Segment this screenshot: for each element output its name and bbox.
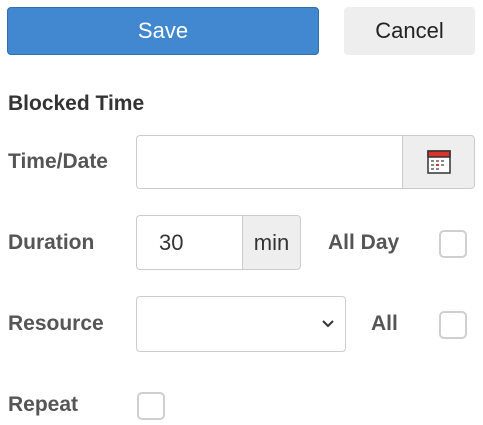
calendar-icon — [426, 150, 451, 174]
save-button[interactable]: Save — [7, 7, 319, 55]
all-day-label: All Day — [328, 231, 400, 254]
calendar-button[interactable] — [402, 135, 475, 189]
repeat-label: Repeat — [8, 393, 79, 416]
repeat-checkbox[interactable] — [137, 392, 165, 420]
section-title: Blocked Time — [8, 92, 145, 115]
time-date-input[interactable] — [136, 135, 403, 189]
blocked-time-form: Save Cancel Blocked Time Time/Date Durat… — [0, 0, 483, 425]
all-day-checkbox[interactable] — [439, 230, 467, 258]
resource-label: Resource — [8, 312, 104, 335]
cancel-button[interactable]: Cancel — [344, 7, 475, 55]
all-checkbox[interactable] — [439, 311, 467, 339]
resource-select[interactable] — [136, 296, 346, 352]
chevron-down-icon — [322, 320, 334, 328]
all-label: All — [371, 312, 398, 335]
duration-label: Duration — [8, 231, 95, 254]
duration-input[interactable]: 30 — [136, 215, 243, 270]
duration-unit: min — [242, 215, 301, 270]
time-date-label: Time/Date — [8, 150, 108, 173]
